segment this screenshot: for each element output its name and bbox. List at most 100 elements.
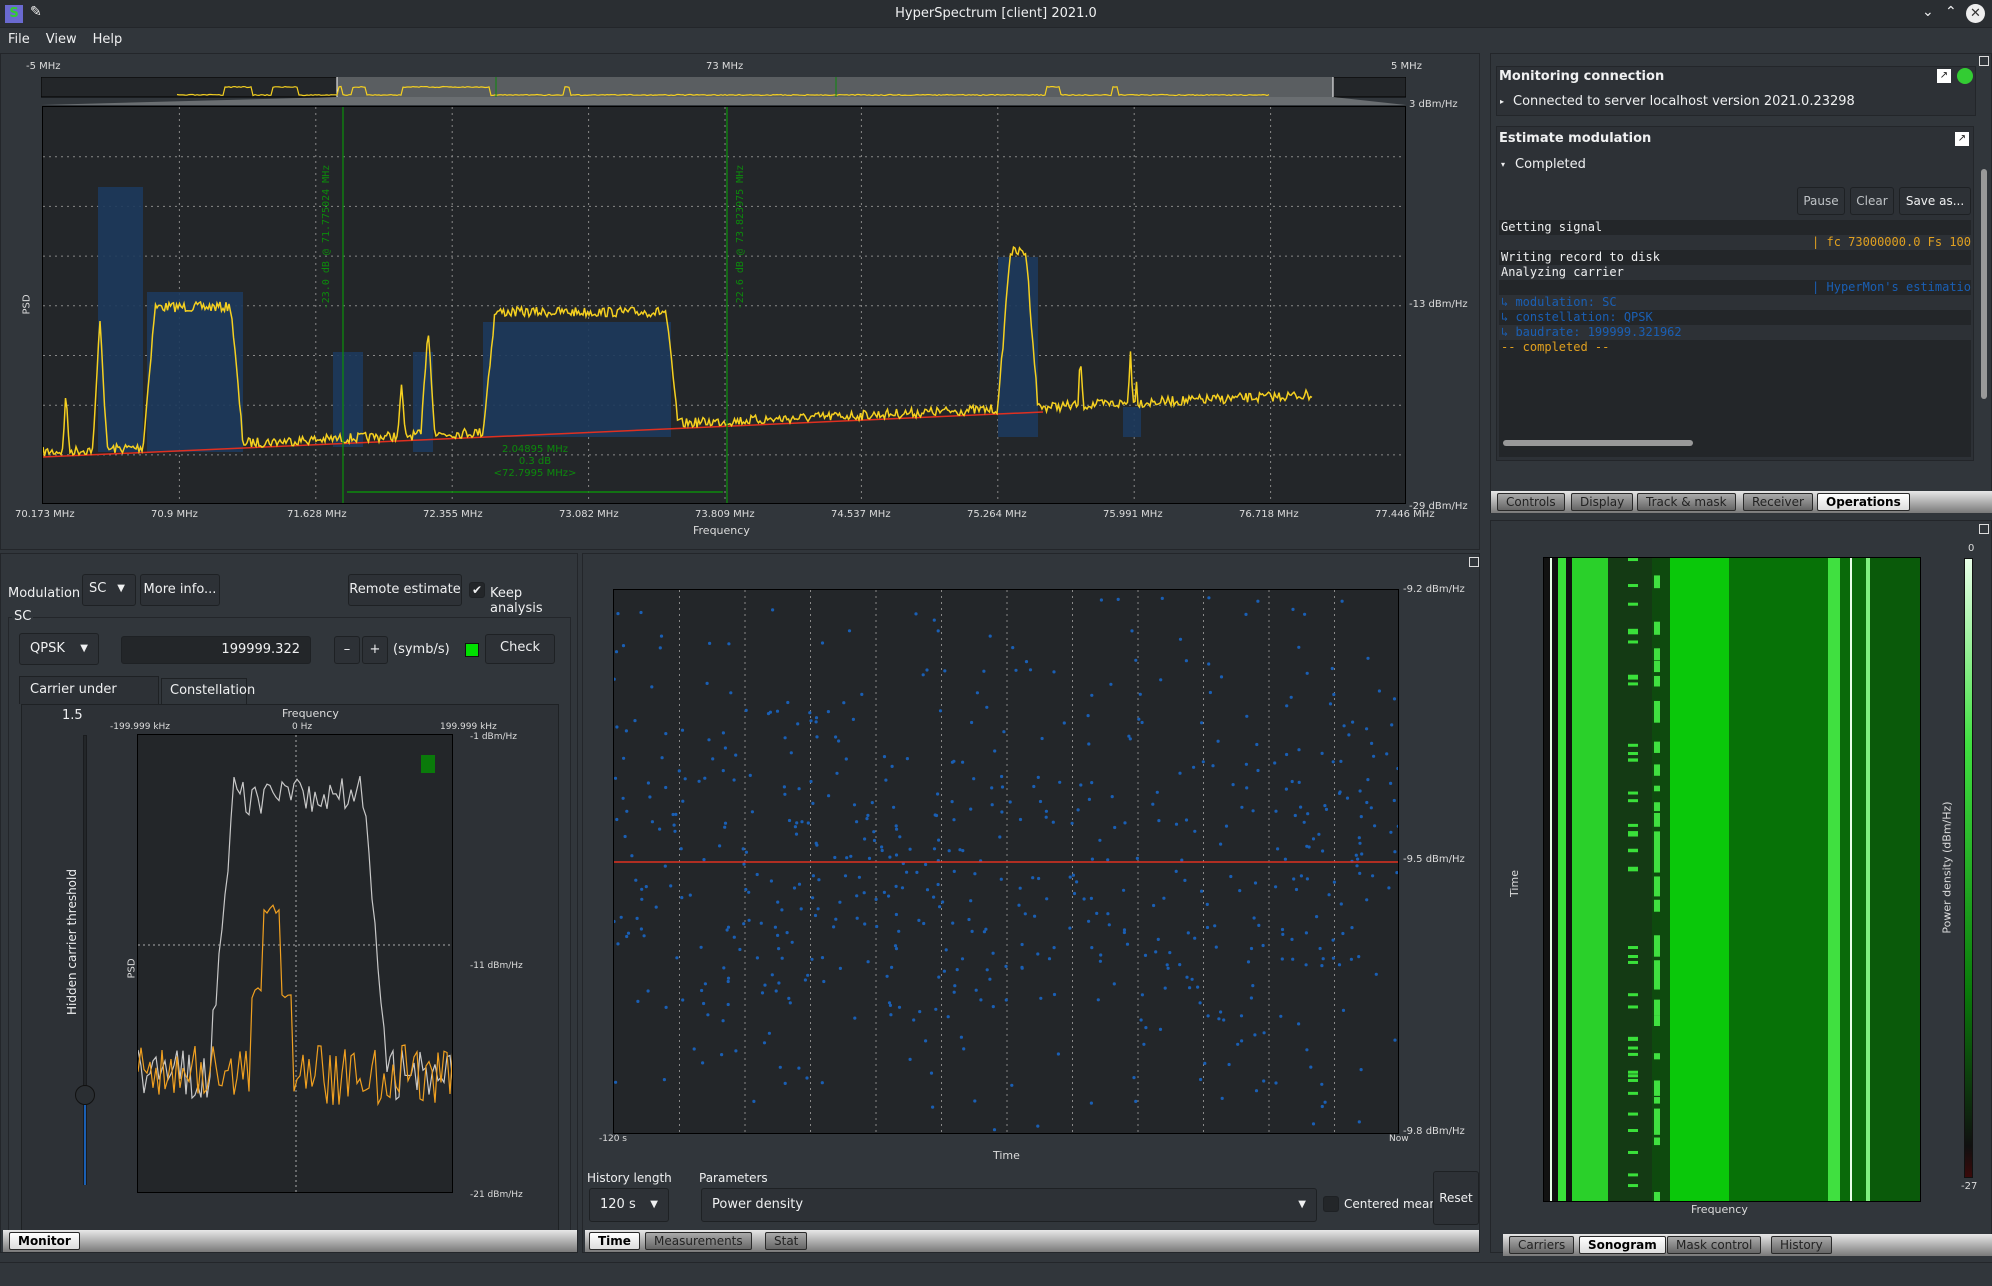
save-as-button[interactable]: Save as... bbox=[1899, 187, 1971, 215]
tab-constellation[interactable]: Constellation bbox=[161, 678, 255, 704]
decrement-button[interactable]: – bbox=[334, 636, 360, 664]
check-button[interactable]: Check bbox=[485, 634, 555, 664]
reset-button[interactable]: Reset bbox=[1433, 1171, 1479, 1225]
tab-controls[interactable]: Controls bbox=[1497, 493, 1565, 511]
collapse-arrow-icon[interactable]: ▾ bbox=[1501, 160, 1505, 169]
data-point bbox=[1262, 1031, 1266, 1035]
menu-help[interactable]: Help bbox=[85, 28, 131, 51]
data-point bbox=[880, 848, 884, 853]
data-point bbox=[874, 897, 878, 901]
sonogram-burst bbox=[1654, 836, 1660, 843]
panel-vscrollbar[interactable] bbox=[1981, 169, 1987, 399]
parameters-select[interactable]: Power density ▼ bbox=[701, 1188, 1317, 1222]
sonogram-burst bbox=[1654, 1108, 1660, 1124]
tab-display[interactable]: Display bbox=[1571, 493, 1634, 511]
data-point bbox=[1357, 836, 1361, 840]
data-point bbox=[703, 776, 707, 780]
data-point bbox=[922, 921, 926, 926]
centered-mean-checkbox[interactable] bbox=[1323, 1196, 1339, 1212]
maximize-button[interactable]: ⌃ bbox=[1945, 4, 1957, 20]
spectrum-plot[interactable]: -23.0 dB @ 71.775024 MHz -22.6 dB @ 73.82… bbox=[42, 106, 1406, 504]
data-point bbox=[817, 878, 821, 882]
tab-sonogram[interactable]: Sonogram bbox=[1579, 1236, 1666, 1254]
data-point bbox=[820, 956, 825, 960]
keep-analysis-checkbox[interactable]: ✔ bbox=[469, 582, 485, 598]
cuc-plot[interactable] bbox=[137, 734, 453, 1193]
tab-mask-control[interactable]: Mask control bbox=[1667, 1236, 1762, 1254]
data-point bbox=[1285, 704, 1289, 708]
dock-float-icon[interactable] bbox=[1979, 56, 1989, 66]
menu-view[interactable]: View bbox=[38, 28, 85, 51]
popout-icon[interactable]: ↗ bbox=[1955, 132, 1969, 146]
more-info-button[interactable]: More info... bbox=[140, 574, 220, 606]
tab-operations[interactable]: Operations bbox=[1817, 493, 1910, 511]
data-point bbox=[867, 856, 872, 860]
colorbar bbox=[1964, 558, 1973, 1178]
popout-icon[interactable]: ↗ bbox=[1937, 69, 1951, 83]
data-point bbox=[1052, 946, 1056, 950]
data-point bbox=[1180, 858, 1184, 862]
menu-file[interactable]: File bbox=[0, 28, 38, 51]
data-point bbox=[1356, 857, 1360, 861]
dock-float-icon[interactable] bbox=[1979, 524, 1989, 534]
overview-strip[interactable] bbox=[41, 77, 1406, 109]
dock-float-icon[interactable] bbox=[1469, 557, 1479, 567]
modulation-select[interactable]: SC ▼ bbox=[82, 574, 136, 606]
data-point bbox=[1135, 856, 1139, 860]
tab-measurements[interactable]: Measurements bbox=[645, 1232, 752, 1250]
tab-stat[interactable]: Stat bbox=[765, 1232, 808, 1250]
close-button[interactable]: ✕ bbox=[1966, 4, 1985, 23]
data-point bbox=[1000, 774, 1004, 779]
tab-carriers[interactable]: Carriers bbox=[1509, 1236, 1575, 1254]
time-plot[interactable] bbox=[613, 589, 1399, 1134]
tab-carrier-under-carrier[interactable]: Carrier under carrier bbox=[19, 676, 159, 723]
data-point bbox=[1200, 721, 1204, 725]
data-point bbox=[1347, 733, 1351, 737]
data-point bbox=[775, 709, 780, 713]
pause-button[interactable]: Pause bbox=[1797, 187, 1845, 215]
data-point bbox=[1331, 956, 1335, 960]
expand-arrow-icon[interactable]: ▸ bbox=[1500, 97, 1504, 106]
time-ytick-top: -9.2 dBm/Hz bbox=[1403, 584, 1465, 595]
data-point bbox=[700, 988, 704, 993]
data-point bbox=[1369, 806, 1373, 810]
estimate-box: Estimate modulation ↗ ▾ Completed Pause … bbox=[1496, 126, 1974, 461]
data-point bbox=[1052, 992, 1057, 997]
log-hscrollbar[interactable] bbox=[1503, 440, 1693, 446]
tab-receiver[interactable]: Receiver bbox=[1743, 493, 1813, 511]
data-point bbox=[1330, 666, 1334, 671]
data-point bbox=[796, 722, 800, 726]
history-length-select[interactable]: 120 s ▼ bbox=[589, 1188, 669, 1222]
data-point bbox=[1038, 799, 1043, 804]
data-point bbox=[1251, 984, 1255, 988]
tab-monitor[interactable]: Monitor bbox=[9, 1232, 80, 1250]
tab-time[interactable]: Time bbox=[589, 1232, 640, 1250]
data-point bbox=[750, 810, 754, 814]
tab-history[interactable]: History bbox=[1771, 1236, 1832, 1254]
data-point bbox=[664, 785, 668, 790]
data-point bbox=[744, 887, 748, 892]
monitor-panel: Modulation SC ▼ More info... Remote estim… bbox=[0, 553, 578, 1253]
data-point bbox=[809, 719, 813, 723]
data-point bbox=[875, 924, 879, 929]
data-point bbox=[967, 917, 971, 922]
sonogram-burst bbox=[1654, 842, 1660, 849]
sonogram-image[interactable] bbox=[1543, 557, 1921, 1202]
data-point bbox=[1387, 886, 1391, 890]
constellation-select[interactable]: QPSK ▼ bbox=[19, 633, 99, 665]
remote-estimate-button[interactable]: Remote estimate bbox=[348, 574, 462, 606]
sonogram-burst bbox=[1628, 1112, 1638, 1116]
baudrate-field[interactable]: 199999.322 bbox=[121, 636, 311, 664]
threshold-slider-handle[interactable] bbox=[75, 1085, 95, 1105]
sonogram-band bbox=[1544, 558, 1550, 1201]
minimize-button[interactable]: ⌄ bbox=[1922, 4, 1934, 20]
data-point bbox=[1159, 678, 1163, 682]
clear-button[interactable]: Clear bbox=[1850, 187, 1894, 215]
data-point bbox=[959, 1035, 963, 1039]
data-point bbox=[1345, 796, 1350, 800]
tab-track-mask[interactable]: Track & mask bbox=[1637, 493, 1736, 511]
data-point bbox=[855, 894, 859, 898]
data-point bbox=[1297, 748, 1301, 752]
data-point bbox=[1032, 784, 1036, 789]
increment-button[interactable]: + bbox=[362, 636, 388, 664]
